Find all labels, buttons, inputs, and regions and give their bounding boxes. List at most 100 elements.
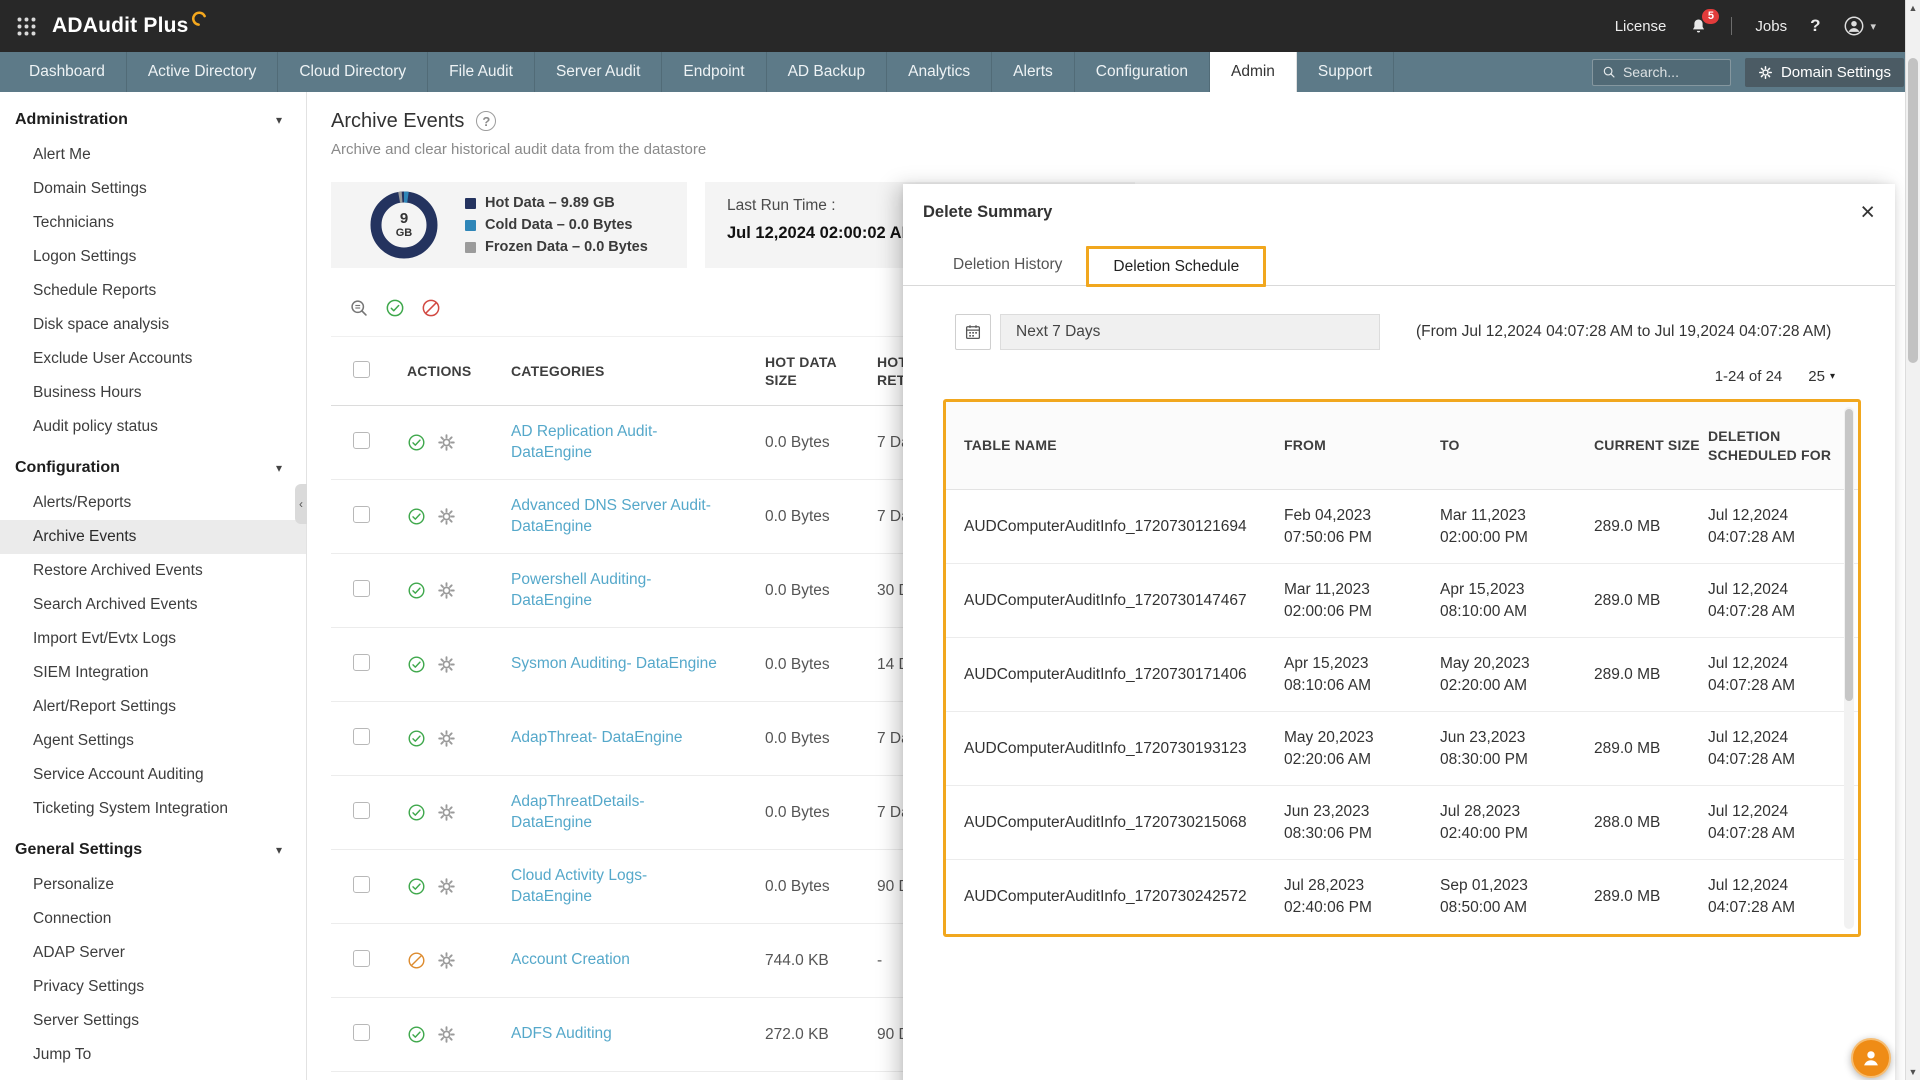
archiving-enabled-icon[interactable] <box>407 433 426 452</box>
archiving-enabled-icon[interactable] <box>407 581 426 600</box>
license-link[interactable]: License <box>1615 18 1667 35</box>
close-icon[interactable]: × <box>1860 200 1875 225</box>
settings-gear-icon[interactable] <box>437 729 456 748</box>
sidebar-item[interactable]: Archive Events <box>0 520 306 554</box>
archiving-disabled-icon[interactable] <box>407 951 426 970</box>
sidebar-item[interactable]: Import Evt/Evtx Logs <box>0 622 306 656</box>
nav-tab[interactable]: Configuration <box>1075 52 1210 92</box>
row-checkbox[interactable] <box>353 506 370 523</box>
support-chat-button[interactable] <box>1851 1038 1891 1078</box>
search-records-icon[interactable] <box>349 298 369 318</box>
sidebar-item[interactable]: Jump To <box>0 1038 306 1072</box>
row-checkbox[interactable] <box>353 950 370 967</box>
settings-gear-icon[interactable] <box>437 877 456 896</box>
app-logo[interactable]: ADAudit Plus <box>52 14 208 38</box>
page-scrollbar[interactable]: ▲ ▼ <box>1905 0 1920 1080</box>
settings-gear-icon[interactable] <box>437 1025 456 1044</box>
domain-settings-button[interactable]: Domain Settings <box>1745 58 1904 87</box>
sidebar-item[interactable]: Disk space analysis <box>0 308 306 342</box>
sidebar-item[interactable]: Ticketing System Integration <box>0 792 306 826</box>
modal-tab[interactable]: Deletion History <box>929 244 1086 285</box>
sidebar-item[interactable]: Personalize <box>0 868 306 902</box>
scroll-down-arrow-icon[interactable]: ▼ <box>1906 1064 1920 1080</box>
settings-gear-icon[interactable] <box>437 507 456 526</box>
table-scrollbar[interactable] <box>1844 407 1854 929</box>
sidebar-item[interactable]: Technicians <box>0 206 306 240</box>
nav-tab[interactable]: Cloud Directory <box>278 52 428 92</box>
row-checkbox[interactable] <box>353 728 370 745</box>
search-box[interactable] <box>1592 59 1731 86</box>
archiving-enabled-icon[interactable] <box>407 1025 426 1044</box>
sidebar-item[interactable]: Schedule Reports <box>0 274 306 308</box>
category-link[interactable]: AdapThreat- DataEngine <box>511 728 728 749</box>
sidebar-item[interactable]: Business Hours <box>0 376 306 410</box>
archiving-enabled-icon[interactable] <box>407 877 426 896</box>
category-link[interactable]: Powershell Auditing-DataEngine <box>511 570 765 612</box>
jobs-link[interactable]: Jobs <box>1755 18 1787 35</box>
apps-grid-icon[interactable] <box>16 16 37 37</box>
search-input[interactable] <box>1623 64 1721 80</box>
calendar-icon-button[interactable] <box>955 314 991 350</box>
row-checkbox[interactable] <box>353 654 370 671</box>
help-icon[interactable]: ? <box>1810 16 1820 36</box>
nav-tab[interactable]: Server Audit <box>535 52 662 92</box>
nav-tab[interactable]: Active Directory <box>127 52 279 92</box>
page-help-icon[interactable]: ? <box>476 111 496 131</box>
category-link[interactable]: AD Replication Audit-DataEngine <box>511 422 765 464</box>
settings-gear-icon[interactable] <box>437 433 456 452</box>
sidebar-item[interactable]: Connection <box>0 902 306 936</box>
select-all-checkbox[interactable] <box>353 361 370 378</box>
row-checkbox[interactable] <box>353 432 370 449</box>
nav-tab[interactable]: Endpoint <box>662 52 766 92</box>
table-scrollbar-thumb[interactable] <box>1845 409 1853 701</box>
settings-gear-icon[interactable] <box>437 581 456 600</box>
notifications-bell-icon[interactable]: 5 <box>1689 17 1708 36</box>
sidebar-item[interactable]: Exclude User Accounts <box>0 342 306 376</box>
settings-gear-icon[interactable] <box>437 655 456 674</box>
sidebar-item[interactable]: Privacy Settings <box>0 970 306 1004</box>
sidebar-section-configuration[interactable]: Configuration ▾ <box>0 444 306 486</box>
sidebar-item[interactable]: Alerts/Reports <box>0 486 306 520</box>
scroll-up-arrow-icon[interactable]: ▲ <box>1906 0 1920 16</box>
archiving-enabled-icon[interactable] <box>407 655 426 674</box>
modal-tab[interactable]: Deletion Schedule <box>1086 246 1266 287</box>
page-scrollbar-thumb[interactable] <box>1908 58 1918 363</box>
category-link[interactable]: Cloud Activity Logs-DataEngine <box>511 866 765 908</box>
row-checkbox[interactable] <box>353 876 370 893</box>
sidebar-item[interactable]: Server Settings <box>0 1004 306 1038</box>
sidebar-item[interactable]: Audit policy status <box>0 410 306 444</box>
sidebar-section-administration[interactable]: Administration ▾ <box>0 96 306 138</box>
sidebar-item[interactable]: Logon Settings <box>0 240 306 274</box>
nav-tab[interactable]: AD Backup <box>767 52 888 92</box>
settings-gear-icon[interactable] <box>437 951 456 970</box>
nav-tab[interactable]: Alerts <box>992 52 1075 92</box>
category-link[interactable]: Account Creation <box>511 950 676 971</box>
category-link[interactable]: Advanced DNS Server Audit-DataEngine <box>511 496 765 538</box>
nav-tab[interactable]: File Audit <box>428 52 535 92</box>
enable-archiving-icon[interactable] <box>385 298 405 318</box>
sidebar-section-general-settings[interactable]: General Settings ▾ <box>0 826 306 868</box>
sidebar-item[interactable]: Agent Settings <box>0 724 306 758</box>
sidebar-collapse-handle[interactable]: ‹ <box>295 484 307 524</box>
sidebar-item[interactable]: Search Archived Events <box>0 588 306 622</box>
nav-tab[interactable]: Support <box>1297 52 1394 92</box>
nav-tab[interactable]: Admin <box>1210 52 1297 92</box>
archiving-enabled-icon[interactable] <box>407 729 426 748</box>
page-size-select[interactable]: 25 ▾ <box>1808 368 1835 385</box>
sidebar-item[interactable]: Restore Archived Events <box>0 554 306 588</box>
row-checkbox[interactable] <box>353 802 370 819</box>
user-menu[interactable]: ▾ <box>1843 15 1876 37</box>
sidebar-item[interactable]: Alert Me <box>0 138 306 172</box>
sidebar-item[interactable]: Service Account Auditing <box>0 758 306 792</box>
archiving-enabled-icon[interactable] <box>407 803 426 822</box>
nav-tab[interactable]: Analytics <box>887 52 992 92</box>
row-checkbox[interactable] <box>353 1024 370 1041</box>
category-link[interactable]: ADFS Auditing <box>511 1024 658 1045</box>
category-link[interactable]: Sysmon Auditing- DataEngine <box>511 654 763 675</box>
row-checkbox[interactable] <box>353 580 370 597</box>
category-link[interactable]: AdapThreatDetails- DataEngine <box>511 792 765 834</box>
sidebar-item[interactable]: SIEM Integration <box>0 656 306 690</box>
settings-gear-icon[interactable] <box>437 803 456 822</box>
nav-tab[interactable]: Dashboard <box>8 52 127 92</box>
sidebar-item[interactable]: Alert/Report Settings <box>0 690 306 724</box>
